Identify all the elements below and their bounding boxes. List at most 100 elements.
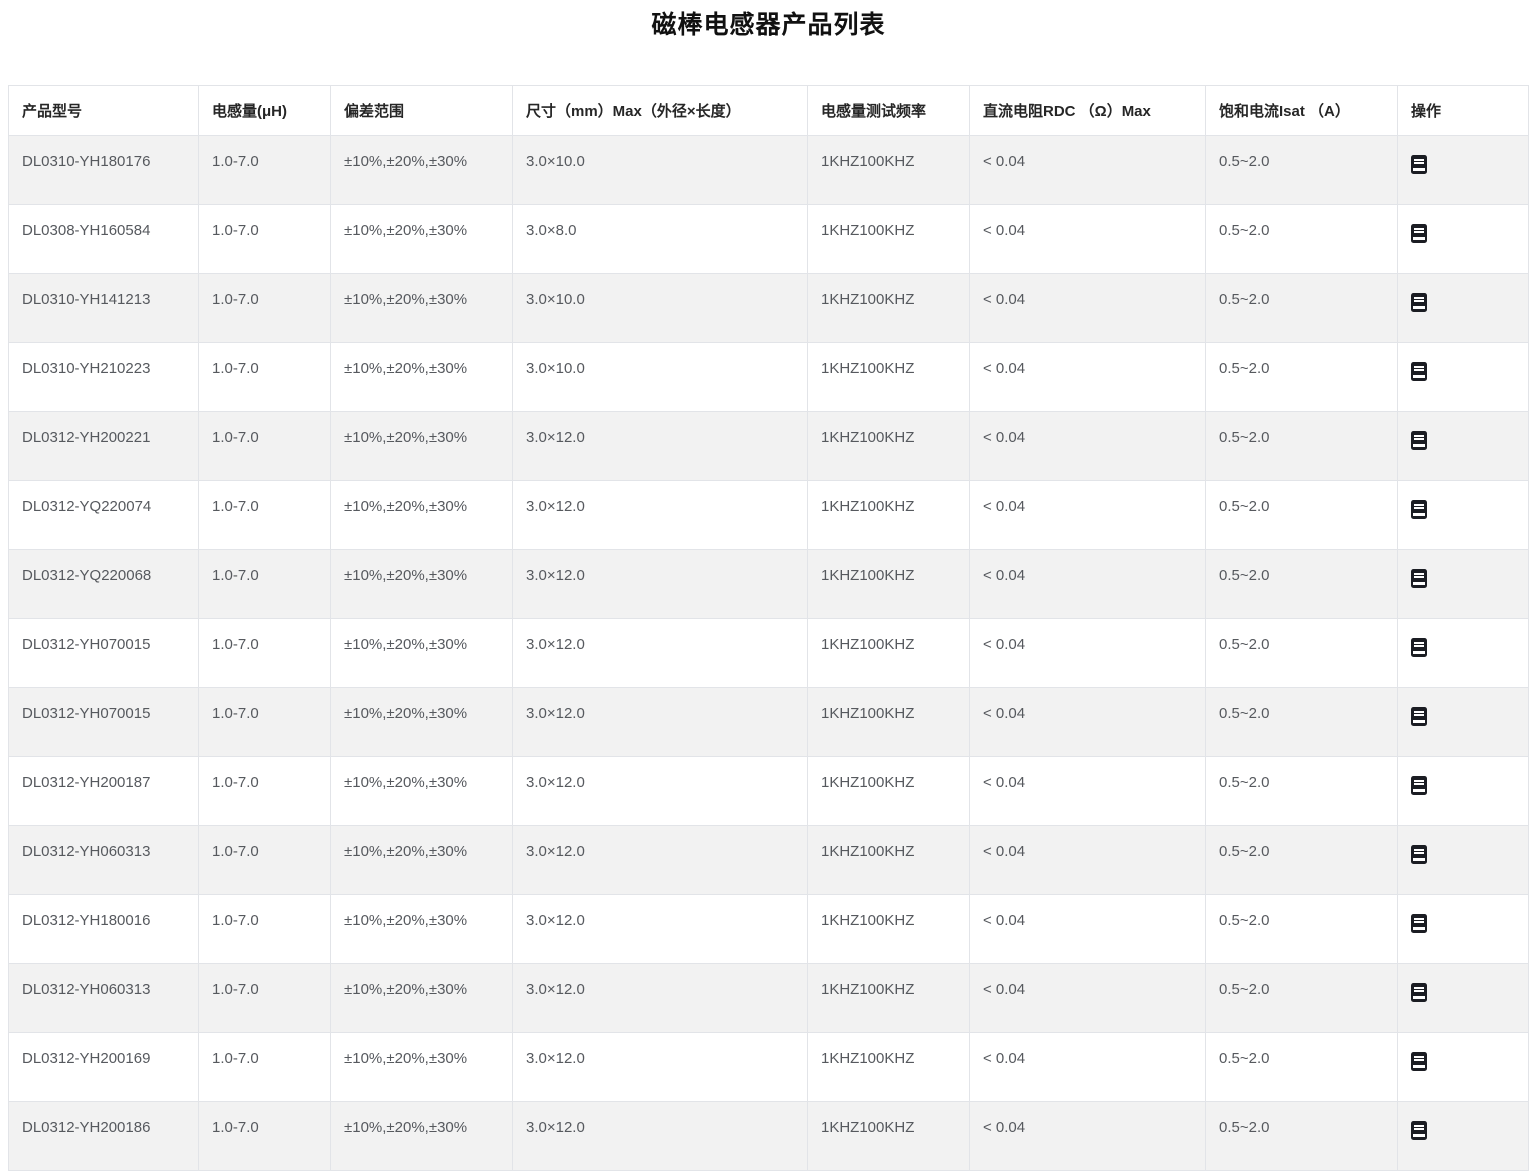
view-detail-button[interactable] [1411,224,1427,243]
cell-inductance: 1.0-7.0 [199,619,331,688]
cell-rdc-max: < 0.04 [970,1033,1206,1102]
cell-action [1398,274,1529,343]
cell-model: DL0312-YH200221 [9,412,199,481]
document-icon [1411,638,1427,657]
table-row: DL0312-YQ220074 1.0-7.0 ±10%,±20%,±30% 3… [9,481,1529,550]
cell-inductance: 1.0-7.0 [199,964,331,1033]
cell-model: DL0312-YQ220074 [9,481,199,550]
cell-isat: 0.5~2.0 [1206,136,1398,205]
page: 磁棒电感器产品列表 产品型号 电感量(μH) 偏差范围 尺寸（mm）Max（外径… [0,0,1537,1171]
col-header-action: 操作 [1398,86,1529,136]
cell-inductance: 1.0-7.0 [199,895,331,964]
cell-test-frequency: 1KHZ100KHZ [808,274,970,343]
table-row: DL0312-YH070015 1.0-7.0 ±10%,±20%,±30% 3… [9,619,1529,688]
cell-tolerance: ±10%,±20%,±30% [331,136,513,205]
cell-model: DL0312-YH200186 [9,1102,199,1171]
cell-action [1398,343,1529,412]
cell-size: 3.0×12.0 [513,1033,808,1102]
cell-isat: 0.5~2.0 [1206,895,1398,964]
view-detail-button[interactable] [1411,914,1427,933]
cell-tolerance: ±10%,±20%,±30% [331,481,513,550]
cell-size: 3.0×10.0 [513,136,808,205]
document-icon [1411,293,1427,312]
view-detail-button[interactable] [1411,1052,1427,1071]
cell-size: 3.0×10.0 [513,343,808,412]
col-header-size: 尺寸（mm）Max（外径×长度） [513,86,808,136]
cell-isat: 0.5~2.0 [1206,688,1398,757]
view-detail-button[interactable] [1411,1121,1427,1140]
cell-model: DL0312-YH070015 [9,688,199,757]
cell-isat: 0.5~2.0 [1206,205,1398,274]
document-icon [1411,500,1427,519]
table-row: DL0312-YH200187 1.0-7.0 ±10%,±20%,±30% 3… [9,757,1529,826]
view-detail-button[interactable] [1411,293,1427,312]
document-icon [1411,1121,1427,1140]
cell-test-frequency: 1KHZ100KHZ [808,1033,970,1102]
table-row: DL0312-YH060313 1.0-7.0 ±10%,±20%,±30% 3… [9,826,1529,895]
table-row: DL0312-YH200169 1.0-7.0 ±10%,±20%,±30% 3… [9,1033,1529,1102]
cell-test-frequency: 1KHZ100KHZ [808,895,970,964]
table-row: DL0308-YH160584 1.0-7.0 ±10%,±20%,±30% 3… [9,205,1529,274]
cell-action [1398,1102,1529,1171]
cell-action [1398,964,1529,1033]
col-header-tolerance: 偏差范围 [331,86,513,136]
cell-size: 3.0×12.0 [513,412,808,481]
cell-action [1398,550,1529,619]
col-header-inductance: 电感量(μH) [199,86,331,136]
view-detail-button[interactable] [1411,500,1427,519]
cell-inductance: 1.0-7.0 [199,688,331,757]
view-detail-button[interactable] [1411,707,1427,726]
table-row: DL0312-YH200221 1.0-7.0 ±10%,±20%,±30% 3… [9,412,1529,481]
cell-size: 3.0×12.0 [513,895,808,964]
cell-model: DL0312-YH200169 [9,1033,199,1102]
cell-size: 3.0×12.0 [513,619,808,688]
view-detail-button[interactable] [1411,776,1427,795]
cell-action [1398,895,1529,964]
cell-test-frequency: 1KHZ100KHZ [808,1102,970,1171]
view-detail-button[interactable] [1411,362,1427,381]
cell-model: DL0308-YH160584 [9,205,199,274]
cell-action [1398,481,1529,550]
cell-size: 3.0×10.0 [513,274,808,343]
cell-test-frequency: 1KHZ100KHZ [808,550,970,619]
cell-size: 3.0×12.0 [513,757,808,826]
cell-isat: 0.5~2.0 [1206,274,1398,343]
cell-test-frequency: 1KHZ100KHZ [808,481,970,550]
cell-test-frequency: 1KHZ100KHZ [808,343,970,412]
cell-size: 3.0×12.0 [513,1102,808,1171]
cell-size: 3.0×12.0 [513,826,808,895]
cell-isat: 0.5~2.0 [1206,1102,1398,1171]
view-detail-button[interactable] [1411,845,1427,864]
cell-isat: 0.5~2.0 [1206,826,1398,895]
view-detail-button[interactable] [1411,155,1427,174]
cell-inductance: 1.0-7.0 [199,826,331,895]
cell-size: 3.0×12.0 [513,550,808,619]
view-detail-button[interactable] [1411,638,1427,657]
cell-test-frequency: 1KHZ100KHZ [808,205,970,274]
cell-model: DL0310-YH210223 [9,343,199,412]
table-body: DL0310-YH180176 1.0-7.0 ±10%,±20%,±30% 3… [9,136,1529,1171]
cell-action [1398,688,1529,757]
cell-tolerance: ±10%,±20%,±30% [331,205,513,274]
view-detail-button[interactable] [1411,569,1427,588]
cell-rdc-max: < 0.04 [970,550,1206,619]
cell-model: DL0312-YH060313 [9,964,199,1033]
document-icon [1411,707,1427,726]
col-header-rdc-max: 直流电阻RDC （Ω）Max [970,86,1206,136]
view-detail-button[interactable] [1411,983,1427,1002]
table-row: DL0312-YH180016 1.0-7.0 ±10%,±20%,±30% 3… [9,895,1529,964]
cell-size: 3.0×8.0 [513,205,808,274]
view-detail-button[interactable] [1411,431,1427,450]
document-icon [1411,569,1427,588]
cell-inductance: 1.0-7.0 [199,1033,331,1102]
cell-rdc-max: < 0.04 [970,412,1206,481]
cell-test-frequency: 1KHZ100KHZ [808,826,970,895]
cell-inductance: 1.0-7.0 [199,205,331,274]
cell-model: DL0312-YH070015 [9,619,199,688]
cell-tolerance: ±10%,±20%,±30% [331,619,513,688]
cell-test-frequency: 1KHZ100KHZ [808,757,970,826]
cell-action [1398,412,1529,481]
document-icon [1411,224,1427,243]
cell-model: DL0312-YH200187 [9,757,199,826]
cell-model: DL0310-YH141213 [9,274,199,343]
